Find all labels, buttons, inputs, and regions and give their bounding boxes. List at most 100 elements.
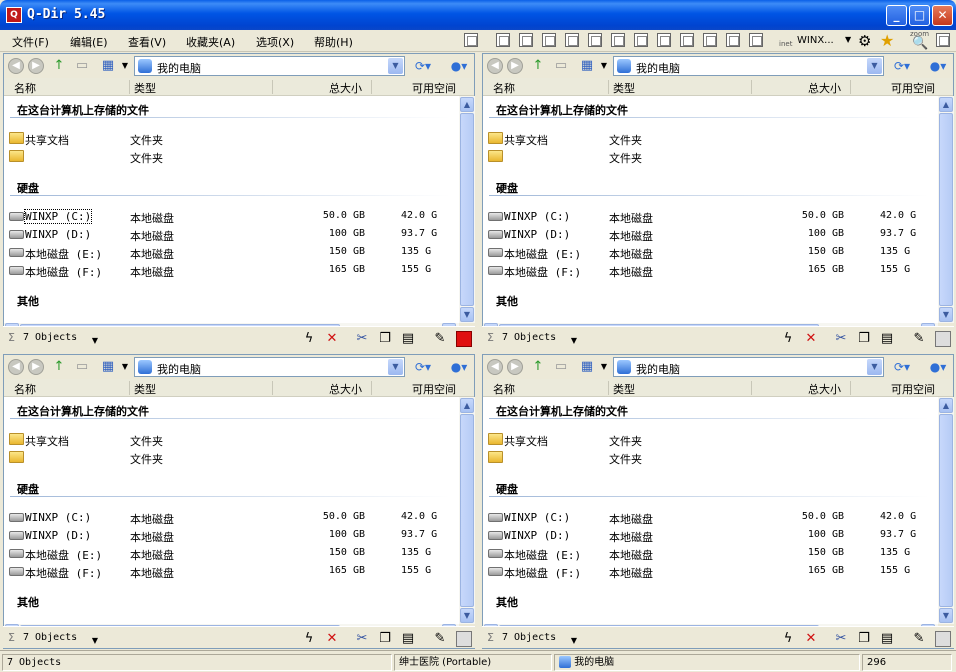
scroll-down-icon[interactable]: ▼ — [939, 307, 953, 322]
file-list[interactable]: 在这台计算机上存储的文件 共享文档 文件夹 文件夹 硬盘 WINXP (C:) … — [4, 97, 459, 322]
layout-10-icon[interactable] — [703, 33, 717, 47]
col-type[interactable]: 类型 — [613, 80, 635, 96]
layout-5-icon[interactable] — [588, 33, 602, 47]
list-item[interactable]: 文件夹 — [4, 148, 459, 166]
delete-icon[interactable]: ✕ — [324, 631, 340, 647]
drive-row[interactable]: WINXP (C:) 本地磁盘 50.0 GB 42.0 G — [483, 509, 938, 527]
zoom-icon[interactable]: 🔍 — [912, 36, 928, 51]
copy-icon[interactable]: ❐ — [856, 631, 872, 647]
col-type[interactable]: 类型 — [134, 381, 156, 397]
layout-4-icon[interactable] — [565, 33, 579, 47]
chevron-down-icon[interactable]: ▼ — [867, 58, 882, 74]
menu-edit[interactable]: 编辑(E) — [70, 34, 108, 50]
cut-icon[interactable]: ✂ — [354, 331, 370, 347]
chevron-down-icon[interactable]: ▼ — [117, 58, 133, 74]
drive-row[interactable]: 本地磁盘 (F:) 本地磁盘 165 GB 155 G — [4, 262, 459, 280]
properties-icon[interactable] — [935, 631, 951, 647]
column-divider[interactable] — [608, 80, 609, 94]
layout-grid-icon[interactable] — [464, 33, 478, 47]
rename-icon[interactable]: ✎ — [911, 631, 927, 647]
column-divider[interactable] — [751, 381, 752, 395]
drive-row[interactable]: WINXP (C:) 本地磁盘 50.0 GB 42.0 G — [4, 208, 459, 226]
list-item[interactable]: 文件夹 — [4, 449, 459, 467]
chevron-down-icon[interactable]: ▼ — [566, 333, 582, 349]
view-mode-icon[interactable]: ▦ — [579, 58, 595, 74]
file-list[interactable]: 在这台计算机上存储的文件 共享文档 文件夹 文件夹 硬盘 WINXP (C:) … — [483, 398, 938, 623]
folder-options-icon[interactable]: ▭ — [553, 359, 569, 375]
up-folder-icon[interactable]: ↑ — [51, 58, 67, 74]
layout-2-icon[interactable] — [519, 33, 533, 47]
col-free[interactable]: 可用空间 — [891, 381, 935, 397]
menu-options[interactable]: 选项(X) — [256, 34, 294, 50]
delete-icon[interactable]: ✕ — [803, 631, 819, 647]
rename-icon[interactable]: ✎ — [432, 331, 448, 347]
view-mode-icon[interactable]: ▦ — [100, 359, 116, 375]
col-free[interactable]: 可用空间 — [412, 80, 456, 96]
drive-row[interactable]: 本地磁盘 (E:) 本地磁盘 150 GB 135 G — [4, 545, 459, 563]
object-count[interactable]: 7 Objects — [23, 332, 77, 343]
layout-3-icon[interactable] — [542, 33, 556, 47]
forward-icon[interactable]: ▶ — [28, 359, 44, 375]
col-name[interactable]: 名称 — [493, 80, 515, 96]
column-divider[interactable] — [129, 381, 130, 395]
column-divider[interactable] — [608, 381, 609, 395]
list-item[interactable]: 共享文档 文件夹 — [483, 431, 938, 449]
vertical-scrollbar[interactable]: ▲ ▼ — [459, 397, 475, 624]
lightning-icon[interactable]: ϟ — [780, 331, 796, 347]
star-icon[interactable]: ★ — [880, 31, 894, 50]
lightning-icon[interactable]: ϟ — [301, 631, 317, 647]
scroll-up-icon[interactable]: ▲ — [939, 398, 953, 413]
chevron-down-icon[interactable]: ▼ — [87, 333, 103, 349]
paste-icon[interactable]: ▤ — [400, 331, 416, 347]
copy-icon[interactable]: ❐ — [856, 331, 872, 347]
chevron-down-icon[interactable]: ▼ — [867, 359, 882, 375]
address-bar[interactable]: 我的电脑 ▼ — [613, 357, 884, 377]
vertical-scrollbar[interactable]: ▲ ▼ — [938, 96, 954, 323]
layout-8-icon[interactable] — [657, 33, 671, 47]
vertical-scrollbar[interactable]: ▲ ▼ — [938, 397, 954, 624]
layout-1-icon[interactable] — [496, 33, 510, 47]
properties-icon[interactable] — [456, 631, 472, 647]
list-item[interactable]: 共享文档 文件夹 — [4, 130, 459, 148]
list-item[interactable]: 共享文档 文件夹 — [4, 431, 459, 449]
paste-icon[interactable]: ▤ — [400, 631, 416, 647]
chevron-down-icon[interactable]: ▼ — [388, 359, 403, 375]
col-name[interactable]: 名称 — [493, 381, 515, 397]
file-list[interactable]: 在这台计算机上存储的文件 共享文档 文件夹 文件夹 硬盘 WINXP (C:) … — [483, 97, 938, 322]
col-total[interactable]: 总大小 — [329, 80, 362, 96]
paste-icon[interactable]: ▤ — [879, 331, 895, 347]
chevron-down-icon[interactable]: ▼ — [596, 359, 612, 375]
column-divider[interactable] — [850, 381, 851, 395]
go-icon[interactable]: ⟳▾ — [408, 57, 438, 75]
tools-icon[interactable]: ⚙ — [858, 32, 871, 50]
drive-row[interactable]: 本地磁盘 (E:) 本地磁盘 150 GB 135 G — [4, 244, 459, 262]
drive-row[interactable]: 本地磁盘 (F:) 本地磁盘 165 GB 155 G — [483, 262, 938, 280]
drive-row[interactable]: WINXP (C:) 本地磁盘 50.0 GB 42.0 G — [483, 208, 938, 226]
scroll-thumb[interactable] — [460, 414, 474, 607]
cut-icon[interactable]: ✂ — [833, 331, 849, 347]
col-free[interactable]: 可用空间 — [891, 80, 935, 96]
rename-icon[interactable]: ✎ — [432, 631, 448, 647]
column-divider[interactable] — [371, 381, 372, 395]
drive-row[interactable]: WINXP (D:) 本地磁盘 100 GB 93.7 G — [4, 527, 459, 545]
delete-icon[interactable]: ✕ — [324, 331, 340, 347]
drive-row[interactable]: 本地磁盘 (E:) 本地磁盘 150 GB 135 G — [483, 244, 938, 262]
explorer-pane[interactable]: ◀ ▶ ↑ ▭ ▦ ▼ 我的电脑 ▼ ⟳▾ ●▾ 名称 类型 总大小 可用空间 … — [482, 53, 954, 348]
close-button[interactable]: ✕ — [932, 5, 953, 26]
go-icon[interactable]: ⟳▾ — [887, 358, 917, 376]
column-divider[interactable] — [751, 80, 752, 94]
properties-icon[interactable] — [935, 331, 951, 347]
drive-row[interactable]: WINXP (D:) 本地磁盘 100 GB 93.7 G — [4, 226, 459, 244]
object-count[interactable]: 7 Objects — [23, 632, 77, 643]
menu-favorites[interactable]: 收藏夹(A) — [186, 34, 235, 50]
layout-9-icon[interactable] — [680, 33, 694, 47]
explorer-pane[interactable]: ◀ ▶ ↑ ▭ ▦ ▼ 我的电脑 ▼ ⟳▾ ●▾ 名称 类型 总大小 可用空间 … — [482, 354, 954, 649]
up-folder-icon[interactable]: ↑ — [530, 359, 546, 375]
scroll-thumb[interactable] — [460, 113, 474, 306]
file-list[interactable]: 在这台计算机上存储的文件 共享文档 文件夹 文件夹 硬盘 WINXP (C:) … — [4, 398, 459, 623]
back-icon[interactable]: ◀ — [487, 359, 503, 375]
minimize-button[interactable]: _ — [886, 5, 907, 26]
scroll-down-icon[interactable]: ▼ — [460, 307, 474, 322]
red-square-icon[interactable] — [456, 331, 472, 347]
winx-favorite-button[interactable]: WINX... — [797, 35, 834, 46]
